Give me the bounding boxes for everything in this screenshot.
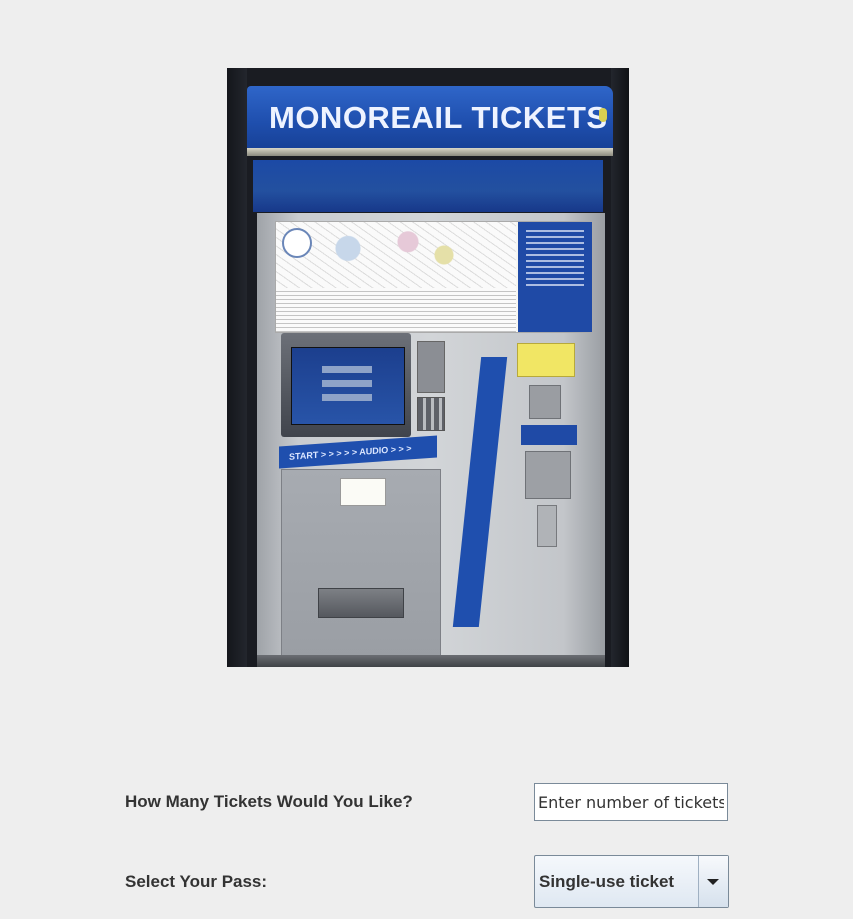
route-map xyxy=(276,222,516,288)
payment-guide-strip xyxy=(452,357,508,627)
route-map-board xyxy=(275,221,593,333)
touch-screen-bezel xyxy=(281,333,411,437)
kiosk-photo: MONOREAIL TICKETS START > > > > > AUDIO … xyxy=(227,68,629,667)
kiosk-body: START > > > > > AUDIO > > > xyxy=(257,213,605,667)
pass-type-dropdown[interactable]: Single-use ticket xyxy=(534,855,729,908)
dropdown-arrow-button[interactable] xyxy=(698,856,728,907)
pass-type-selected: Single-use ticket xyxy=(539,872,675,891)
coin-slot xyxy=(529,385,561,419)
bill-acceptor xyxy=(525,451,571,499)
sign-light-dot xyxy=(599,108,607,122)
kiosk-sign: MONOREAIL TICKETS xyxy=(247,86,613,152)
kiosk-base xyxy=(257,655,605,667)
change-info-label xyxy=(521,425,577,445)
chevron-down-icon xyxy=(707,879,719,885)
touch-screen xyxy=(291,347,405,425)
paper-notice xyxy=(340,478,386,506)
ticket-machine: MONOREAIL TICKETS START > > > > > AUDIO … xyxy=(247,86,613,667)
tickets-quantity-input[interactable] xyxy=(534,783,728,821)
ticket-window: MONOREAIL TICKETS START > > > > > AUDIO … xyxy=(0,0,853,919)
pass-label: Select Your Pass: xyxy=(125,872,268,891)
ticket-dispense-slot xyxy=(318,588,404,618)
kiosk-sign-text: MONOREAIL TICKETS xyxy=(269,100,608,135)
hours-info-panel xyxy=(518,222,592,332)
sign-light-strip xyxy=(247,148,613,156)
ticket-dispenser-panel xyxy=(281,469,441,661)
map-legend-text xyxy=(276,288,516,332)
photo-background-left xyxy=(227,68,247,667)
yellow-notice-card xyxy=(517,343,575,377)
photo-background-right xyxy=(611,68,629,667)
start-audio-bar: START > > > > > AUDIO > > > xyxy=(279,435,437,469)
coin-return xyxy=(537,505,557,547)
pin-keypad xyxy=(417,397,445,431)
tickets-label: How Many Tickets Would You Like? xyxy=(125,792,413,811)
kiosk-hood xyxy=(253,160,603,212)
card-reader xyxy=(417,341,445,393)
monorail-logo xyxy=(282,228,312,258)
